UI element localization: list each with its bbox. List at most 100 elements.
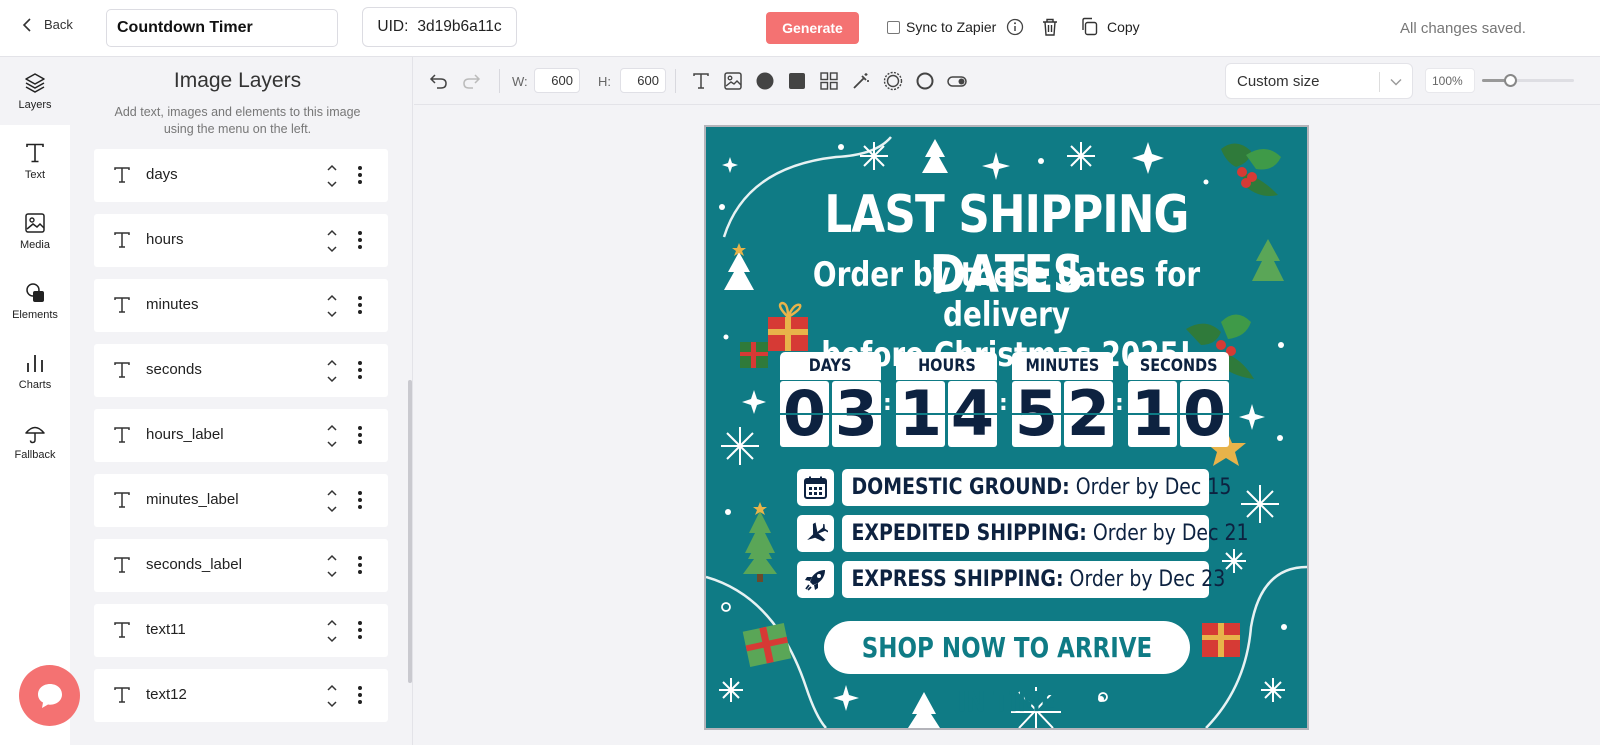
rail-item-text[interactable]: Text	[0, 127, 70, 195]
more-options-icon[interactable]	[357, 620, 363, 640]
redo-icon[interactable]	[461, 71, 481, 91]
toggle-icon[interactable]	[947, 71, 967, 91]
rail-item-media[interactable]: Media	[0, 197, 70, 265]
countdown-separator: :	[883, 391, 892, 416]
rail-item-fallback[interactable]: Fallback	[0, 407, 70, 475]
cta-button[interactable]: SHOP NOW TO ARRIVE IN TIME	[824, 621, 1190, 718]
shipping-method: EXPEDITED SHIPPING:	[851, 521, 1087, 546]
chevron-down-icon	[1390, 79, 1402, 86]
reorder-arrows-icon[interactable]	[326, 227, 338, 255]
shipping-method: EXPRESS SHIPPING:	[851, 567, 1064, 592]
layer-row[interactable]: text11	[94, 604, 388, 657]
cta-label: SHOP NOW TO ARRIVE IN TIME	[861, 631, 1153, 718]
countdown-digit: 0	[780, 381, 829, 447]
countdown-label: SECONDS	[1128, 352, 1229, 380]
undo-icon[interactable]	[429, 71, 449, 91]
text-layer-icon	[114, 167, 130, 183]
layer-name: hours	[146, 231, 184, 248]
magic-wand-icon[interactable]	[851, 71, 871, 91]
reorder-arrows-icon[interactable]	[326, 422, 338, 450]
panel-title: Image Layers	[173, 69, 302, 92]
uid-value: 3d19b6a11c	[417, 18, 502, 35]
layer-row[interactable]: seconds_label	[94, 539, 388, 592]
more-options-icon[interactable]	[357, 425, 363, 445]
more-options-icon[interactable]	[357, 230, 363, 250]
layer-row[interactable]: hours_label	[94, 409, 388, 462]
shipping-deadline: Order by Dec 15	[1075, 475, 1232, 500]
text-layer-icon	[114, 687, 130, 703]
shipping-deadline: Order by Dec 23	[1069, 567, 1226, 592]
ring-icon[interactable]	[915, 71, 935, 91]
width-input[interactable]	[534, 68, 580, 93]
rail-label: Media	[20, 238, 50, 251]
reorder-arrows-icon[interactable]	[326, 682, 338, 710]
more-options-icon[interactable]	[357, 555, 363, 575]
layer-row[interactable]: text12	[94, 669, 388, 722]
reorder-arrows-icon[interactable]	[326, 162, 338, 190]
reorder-arrows-icon[interactable]	[326, 292, 338, 320]
countdown-digit: 1	[896, 381, 945, 447]
more-options-icon[interactable]	[357, 360, 363, 380]
trash-icon[interactable]	[1041, 17, 1059, 37]
copy-button[interactable]: Copy	[1080, 17, 1140, 36]
shipping-icon-box	[797, 515, 834, 552]
sync-label: Sync to Zapier	[906, 19, 997, 35]
calendar-icon	[804, 476, 827, 499]
layers-scrollbar[interactable]	[408, 380, 412, 683]
badge-icon[interactable]	[883, 71, 903, 91]
more-options-icon[interactable]	[357, 490, 363, 510]
rail-label: Elements	[12, 308, 58, 321]
countdown-hours[interactable]: HOURS 1 4	[896, 352, 997, 447]
text-icon	[26, 143, 44, 162]
layer-name: seconds_label	[146, 556, 242, 573]
layer-row[interactable]: minutes	[94, 279, 388, 332]
select-divider	[1379, 72, 1380, 92]
shipping-text-box: EXPEDITED SHIPPING: Order by Dec 21	[842, 515, 1249, 552]
reorder-arrows-icon[interactable]	[326, 552, 338, 580]
reorder-arrows-icon[interactable]	[326, 617, 338, 645]
height-input[interactable]	[620, 68, 666, 93]
countdown-digits: 5 2	[1012, 381, 1113, 447]
rail-item-charts[interactable]: Charts	[0, 337, 70, 405]
rail-label: Text	[24, 168, 46, 181]
shapes-icon	[26, 282, 44, 302]
layer-row[interactable]: seconds	[94, 344, 388, 397]
sync-checkbox[interactable]	[887, 20, 900, 34]
countdown-days[interactable]: DAYS 0 3	[780, 352, 881, 447]
zoom-level[interactable]: 100%	[1425, 68, 1475, 93]
layer-row[interactable]: minutes_label	[94, 474, 388, 527]
chevron-left-icon	[22, 17, 31, 32]
reorder-arrows-icon[interactable]	[326, 487, 338, 515]
layer-row[interactable]: days	[94, 149, 388, 202]
design-canvas[interactable]: LAST SHIPPING DATES Order by these dates…	[704, 125, 1309, 730]
more-options-icon[interactable]	[357, 685, 363, 705]
add-text-icon[interactable]	[691, 71, 711, 91]
text-layer-icon	[114, 557, 130, 573]
add-image-icon[interactable]	[723, 71, 743, 91]
add-circle-icon[interactable]	[755, 71, 775, 91]
add-rectangle-icon[interactable]	[787, 71, 807, 91]
more-options-icon[interactable]	[357, 295, 363, 315]
layer-name: hours_label	[146, 426, 224, 443]
airplane-icon	[807, 522, 828, 542]
info-icon[interactable]	[1006, 18, 1024, 36]
rail-item-layers[interactable]: Layers	[0, 57, 70, 125]
countdown-minutes[interactable]: MINUTES 5 2	[1012, 352, 1113, 447]
size-preset-select[interactable]: Custom size	[1225, 63, 1413, 99]
shipping-text-box: EXPRESS SHIPPING: Order by Dec 23	[842, 561, 1225, 598]
layer-row[interactable]: hours	[94, 214, 388, 267]
countdown-seconds[interactable]: SECONDS 1 0	[1128, 352, 1229, 447]
save-status: All changes saved.	[1400, 20, 1526, 37]
zoom-slider-handle[interactable]	[1503, 74, 1517, 87]
zoom-slider[interactable]	[1482, 74, 1574, 87]
reorder-arrows-icon[interactable]	[326, 357, 338, 385]
rail-item-elements[interactable]: Elements	[0, 267, 70, 335]
back-button[interactable]: Back	[22, 17, 73, 32]
template-name-input[interactable]	[106, 9, 338, 47]
chat-support-button[interactable]	[19, 665, 80, 726]
text-layer-icon	[114, 427, 130, 443]
generate-button[interactable]: Generate	[766, 12, 859, 44]
sync-to-zapier[interactable]: Sync to Zapier	[887, 18, 1024, 36]
add-grid-icon[interactable]	[819, 71, 839, 91]
more-options-icon[interactable]	[357, 165, 363, 185]
